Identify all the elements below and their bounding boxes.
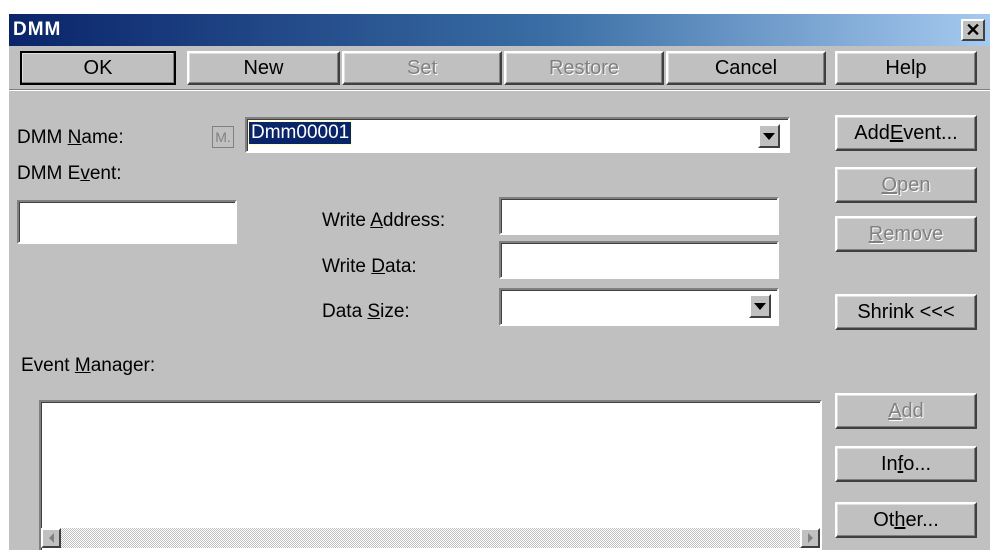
window-title: DMM	[13, 19, 62, 40]
write-data-input[interactable]	[499, 241, 779, 279]
data-size-dropdown-button[interactable]	[749, 294, 771, 318]
scroll-right-icon	[807, 533, 813, 543]
dmm-dialog: DMM ✕ OK New Set Restore Cancel Help DMM…	[9, 14, 990, 550]
write-data-label: Write Data:	[322, 256, 417, 277]
toolbar-divider	[9, 89, 990, 91]
data-size-label: Data Size:	[322, 301, 410, 322]
scroll-left-button[interactable]	[41, 528, 61, 548]
add-button[interactable]: Add	[835, 393, 977, 429]
event-manager-hscrollbar[interactable]	[41, 528, 820, 548]
close-icon: ✕	[965, 20, 981, 40]
dmm-name-label: DMM Name:	[17, 127, 124, 148]
dmm-event-label: DMM Event:	[17, 163, 122, 184]
data-size-combobox[interactable]	[499, 288, 779, 326]
event-manager-label: Event Manager:	[21, 355, 156, 376]
other-button[interactable]: Ot h er...	[835, 502, 977, 538]
restore-button[interactable]: Restore	[504, 51, 664, 85]
add-event-button[interactable]: Add Event...	[835, 115, 977, 151]
cancel-button[interactable]: Cancel	[666, 51, 826, 85]
title-bar[interactable]: DMM ✕	[9, 14, 990, 46]
info-button[interactable]: In f o...	[835, 446, 977, 482]
open-button[interactable]: Open	[835, 167, 977, 203]
event-manager-list[interactable]	[39, 400, 822, 550]
remove-button[interactable]: Remove	[835, 216, 977, 252]
m-button[interactable]: M.	[212, 126, 234, 148]
write-address-input[interactable]	[499, 197, 779, 235]
help-button[interactable]: Help	[835, 51, 977, 85]
new-button[interactable]: New	[187, 51, 340, 85]
chevron-down-icon	[763, 132, 775, 140]
set-button[interactable]: Set	[342, 51, 502, 85]
dmm-name-combobox[interactable]: Dmm00001	[245, 117, 790, 153]
dmm-event-list[interactable]	[17, 200, 237, 244]
ok-button[interactable]: OK	[20, 51, 176, 85]
shrink-button[interactable]: Shrink <<<	[835, 294, 977, 330]
dmm-name-value: Dmm00001	[247, 121, 353, 145]
write-address-label: Write Address:	[322, 210, 446, 231]
dmm-name-dropdown-button[interactable]	[758, 124, 780, 148]
scroll-right-button[interactable]	[800, 528, 820, 548]
scroll-left-icon	[48, 533, 54, 543]
close-button[interactable]: ✕	[961, 19, 985, 41]
chevron-down-icon	[754, 302, 766, 310]
